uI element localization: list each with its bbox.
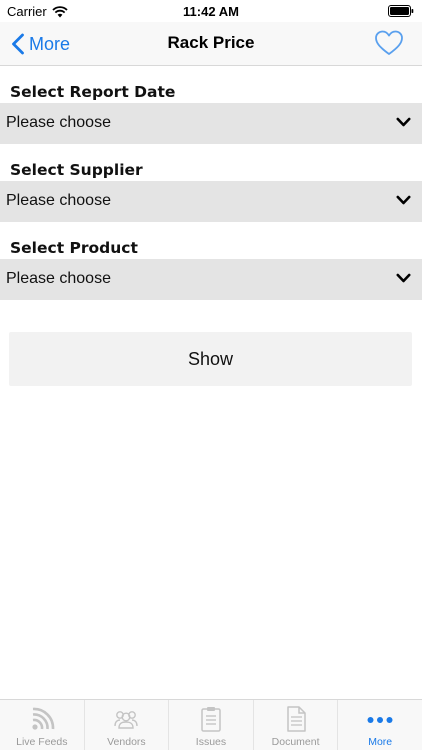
tab-label: Vendors xyxy=(107,736,146,748)
navigation-bar: More Rack Price xyxy=(0,22,422,66)
chevron-down-icon xyxy=(396,117,411,127)
tab-live-feeds[interactable]: Live Feeds xyxy=(0,700,84,750)
tab-label: Issues xyxy=(195,736,227,748)
product-select[interactable]: Please choose xyxy=(0,259,422,300)
status-time: 11:42 AM xyxy=(183,4,239,19)
chevron-down-icon xyxy=(396,195,411,205)
tab-label: Document xyxy=(271,736,320,748)
document-icon xyxy=(286,706,306,732)
group-icon xyxy=(114,711,139,729)
status-bar: Carrier 11:42 AM xyxy=(0,0,422,22)
supplier-label: Select Supplier xyxy=(10,161,143,179)
tab-more[interactable]: More xyxy=(337,700,422,750)
product-label: Select Product xyxy=(10,239,138,257)
supplier-value: Please choose xyxy=(6,192,111,209)
rss-feed-icon xyxy=(32,707,55,730)
tab-document[interactable]: Document xyxy=(252,700,338,750)
more-dots-icon xyxy=(367,717,393,723)
show-button[interactable]: Show xyxy=(9,332,412,386)
report-date-label: Select Report Date xyxy=(10,83,176,101)
tab-label: More xyxy=(368,736,393,748)
favorite-heart-icon[interactable] xyxy=(374,29,404,57)
clipboard-icon xyxy=(201,707,221,732)
report-date-select[interactable]: Please choose xyxy=(0,103,422,144)
supplier-select[interactable]: Please choose xyxy=(0,181,422,222)
tab-bar: Live Feeds Vendors Issues Document More xyxy=(0,699,422,750)
chevron-down-icon xyxy=(396,273,411,283)
back-button[interactable]: More xyxy=(10,31,70,57)
tab-label: Live Feeds xyxy=(16,736,68,748)
report-date-value: Please choose xyxy=(6,114,111,131)
rack-price-screen: Carrier 11:42 AM More Rack Price Select xyxy=(0,0,422,750)
product-value: Please choose xyxy=(6,270,111,287)
chevron-left-icon xyxy=(12,33,24,55)
tab-issues[interactable]: Issues xyxy=(168,700,253,750)
back-button-label: More xyxy=(29,33,71,54)
tab-vendors[interactable]: Vendors xyxy=(83,700,169,750)
battery-icon xyxy=(388,5,414,17)
